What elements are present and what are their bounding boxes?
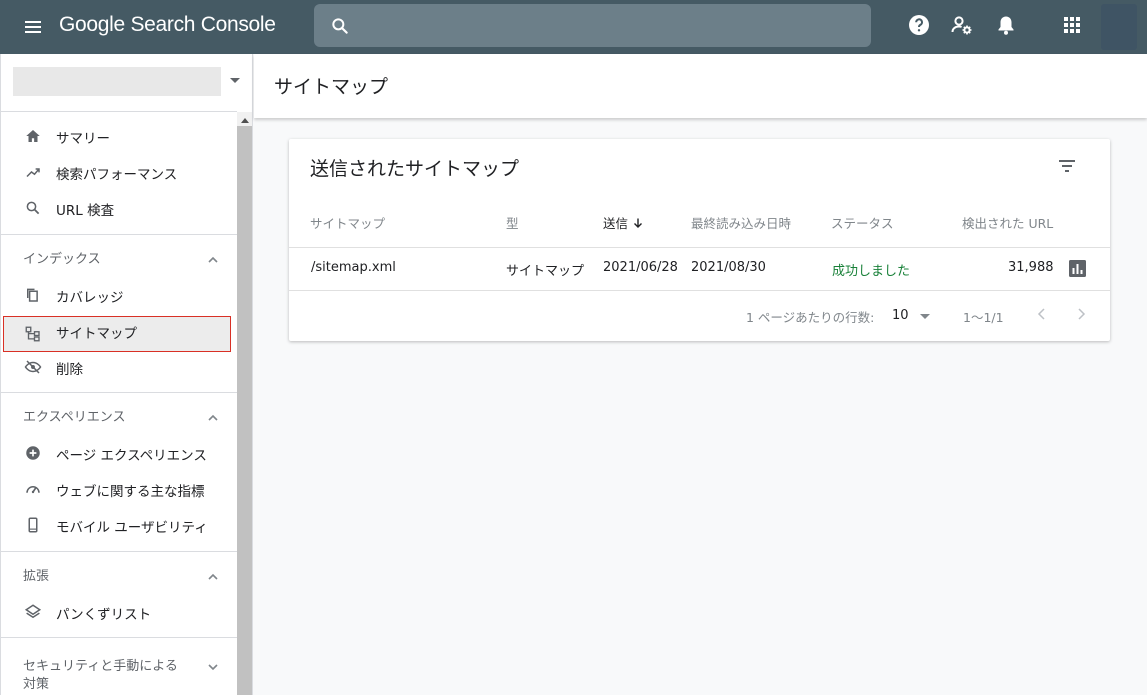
chevron-down-icon [208,664,218,671]
account-avatar[interactable] [1101,4,1137,50]
sidebar-item-performance[interactable]: 検索パフォーマンス [3,154,231,190]
sidebar-item-core-web-vitals[interactable]: ウェブに関する主な指標 [3,471,231,507]
sidebar-item-label: ウェブに関する主な指標 [56,484,205,500]
previous-page-icon[interactable] [1035,307,1049,321]
section-title: インデックス [23,252,101,267]
divider [1,392,237,393]
cell-submitted: 2021/06/28 [603,260,678,275]
next-page-icon[interactable] [1074,307,1088,321]
sitemap-icon [25,326,40,342]
eye-off-icon [24,360,42,374]
sidebar: サマリー 検索パフォーマンス URL 検査 インデックス カバレッジ サイトマッ… [0,54,253,695]
page-header: サイトマップ [254,54,1147,118]
divider [289,290,1110,291]
column-header-type[interactable]: 型 [506,213,519,232]
sidebar-item-label: カバレッジ [56,290,124,306]
copy-icon [27,288,38,302]
scroll-up-arrow-icon[interactable] [241,118,249,123]
sidebar-item-label: モバイル ユーザビリティ [56,520,208,536]
sidebar-item-summary[interactable]: サマリー [3,118,231,154]
sidebar-item-label: URL 検査 [56,203,115,219]
sidebar-item-label: サイトマップ [56,326,137,342]
menu-icon[interactable] [20,14,46,40]
chevron-down-icon[interactable] [230,78,240,83]
section-title: セキュリティと手動による 対策 [23,659,178,692]
cell-type: サイトマップ [506,264,585,279]
divider [289,247,1110,248]
sidebar-item-label: 削除 [56,362,83,378]
section-title: エクスペリエンス [23,410,126,425]
top-app-bar: Google Search Console [0,0,1147,54]
search-input[interactable] [314,4,871,47]
sidebar-item-label: サマリー [56,131,110,147]
sidebar-item-breadcrumbs[interactable]: パンくずリスト [3,594,231,630]
sidebar-item-coverage[interactable]: カバレッジ [3,277,231,313]
chevron-up-icon [208,256,218,263]
section-header-index[interactable]: インデックス [3,245,231,275]
divider [1,111,237,112]
sidebar-item-sitemaps[interactable]: サイトマップ [3,316,231,352]
arrow-down-icon [634,218,643,228]
section-header-experience[interactable]: エクスペリエンス [3,403,231,433]
plus-circle-icon [26,446,40,460]
sidebar-item-page-experience[interactable]: ページ エクスペリエンス [3,435,231,471]
sidebar-item-label: 検索パフォーマンス [56,167,178,183]
cell-last-read: 2021/08/30 [691,260,766,275]
section-title: 拡張 [23,569,50,584]
sidebar-item-label: ページ エクスペリエンス [56,448,207,464]
rows-per-page-label: 1 ページあたりの行数: [746,310,875,325]
rows-per-page-select[interactable]: 10 [890,305,932,327]
cell-status: 成功しました [832,264,911,279]
cell-sitemap: /sitemap.xml [311,260,396,275]
column-header-submitted[interactable]: 送信 [603,213,644,232]
apps-grid-icon[interactable] [1060,13,1084,37]
chevron-down-icon [920,314,930,319]
cell-discovered-urls: 31,988 [1008,260,1054,275]
sidebar-item-removals[interactable]: 削除 [3,349,231,385]
divider [1,234,237,235]
layers-icon [24,604,42,619]
column-header-sitemap[interactable]: サイトマップ [310,213,385,232]
submitted-sitemaps-card: 送信されたサイトマップ サイトマップ 型 送信 最終読み込み日時 ステータス 検… [289,139,1110,341]
page-title: サイトマップ [274,76,389,98]
bar-chart-icon[interactable] [1069,260,1086,277]
search-icon [26,201,40,215]
card-title: 送信されたサイトマップ [310,158,520,180]
search-icon [332,18,348,34]
sidebar-item-url-inspection[interactable]: URL 検査 [3,190,231,226]
column-header-last-read[interactable]: 最終読み込み日時 [691,213,791,232]
notifications-icon[interactable] [994,13,1018,37]
divider [1,637,237,638]
help-icon[interactable] [907,13,931,37]
filter-icon[interactable] [1057,156,1077,176]
app-brand[interactable]: Google Search Console [59,13,276,39]
smartphone-icon [28,517,38,533]
speed-gauge-icon [26,486,40,494]
chevron-up-icon [208,573,218,580]
trending-up-icon [26,168,40,178]
sidebar-item-label: パンくずリスト [56,607,152,623]
scrollbar-thumb[interactable] [237,126,252,695]
section-header-enhancements[interactable]: 拡張 [3,562,231,592]
column-header-status[interactable]: ステータス [831,213,894,232]
divider [1,551,237,552]
page-range: 1〜1/1 [963,310,1004,325]
chevron-up-icon [208,414,218,421]
property-selector[interactable] [13,67,221,96]
admin-settings-icon[interactable] [950,13,974,37]
home-icon [26,130,40,142]
column-header-discovered-urls[interactable]: 検出された URL [962,213,1053,232]
sidebar-item-mobile-usability[interactable]: モバイル ユーザビリティ [3,507,231,543]
section-header-security[interactable]: セキュリティと手動による 対策 [3,652,231,692]
